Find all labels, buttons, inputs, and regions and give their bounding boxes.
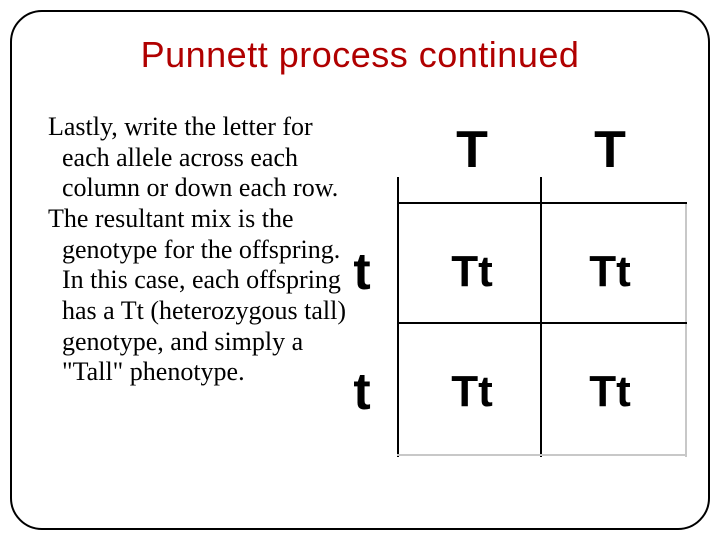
punnett-cell-1-1: Tt (412, 247, 532, 297)
body-paragraph-2: The resultant mix is the genotype for th… (38, 204, 358, 388)
punnett-grid-lines (397, 202, 687, 457)
punnett-cell-2-2: Tt (550, 367, 670, 417)
body-paragraph-1: Lastly, write the letter for each allele… (38, 112, 358, 204)
punnett-col-header-1: T (412, 120, 532, 180)
grid-hline (397, 454, 687, 456)
grid-vline (397, 177, 399, 457)
grid-hline (397, 322, 687, 324)
punnett-cell-2-1: Tt (412, 367, 532, 417)
punnett-row-header-2: t (342, 362, 382, 422)
grid-vline (685, 202, 687, 457)
body-text: Lastly, write the letter for each allele… (38, 112, 358, 388)
grid-vline (540, 177, 542, 457)
punnett-row-header-1: t (342, 242, 382, 302)
grid-hline (397, 202, 687, 204)
punnett-cell-1-2: Tt (550, 247, 670, 297)
slide-frame: Punnett process continued Lastly, write … (10, 10, 710, 530)
punnett-col-header-2: T (550, 120, 670, 180)
slide-title: Punnett process continued (12, 34, 708, 76)
